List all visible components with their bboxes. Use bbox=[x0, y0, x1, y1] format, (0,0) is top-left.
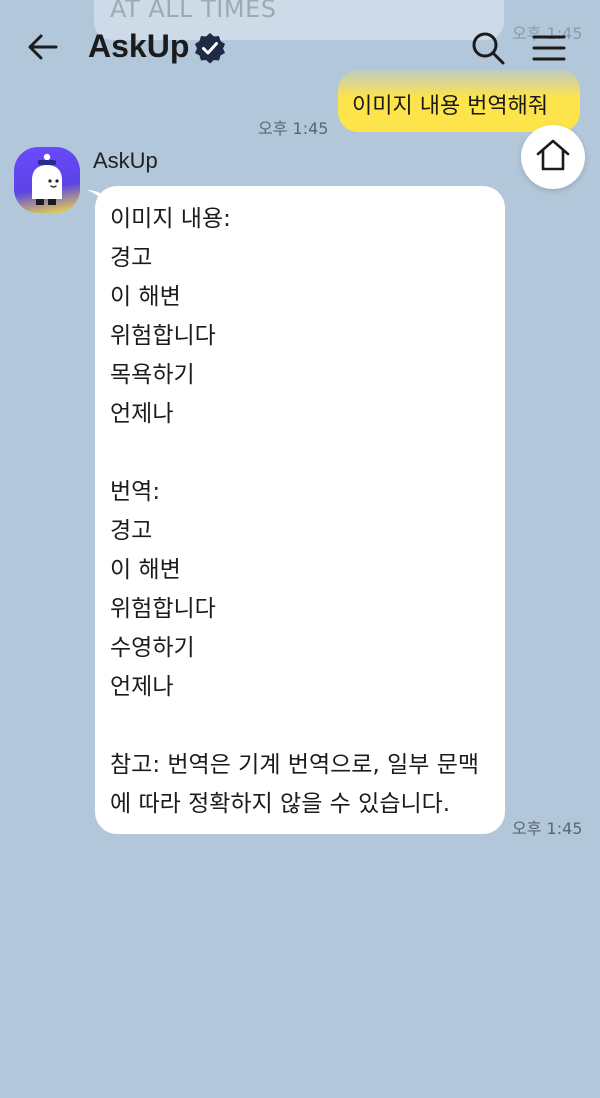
bot-name: AskUp bbox=[93, 148, 158, 173]
bot-message-time: 오후 1:45 bbox=[512, 819, 583, 838]
user-message-time: 오후 1:45 bbox=[258, 119, 329, 138]
ghost-bot-icon bbox=[32, 153, 62, 205]
bot-avatar[interactable] bbox=[14, 147, 80, 213]
home-button[interactable] bbox=[521, 125, 585, 189]
user-message-text: 이미지 내용 번역해줘 bbox=[352, 94, 549, 119]
chat-title: AskUp bbox=[88, 28, 190, 64]
hamburger-menu-icon[interactable] bbox=[531, 32, 567, 64]
home-icon bbox=[536, 139, 570, 171]
verified-badge-icon bbox=[195, 33, 225, 64]
search-icon[interactable] bbox=[470, 30, 506, 66]
bot-message-text: 이미지 내용: 경고 이 해변 위험합니다 목욕하기 언제나 번역: 경고 이 … bbox=[110, 206, 480, 817]
arrow-left-icon[interactable] bbox=[26, 30, 60, 64]
